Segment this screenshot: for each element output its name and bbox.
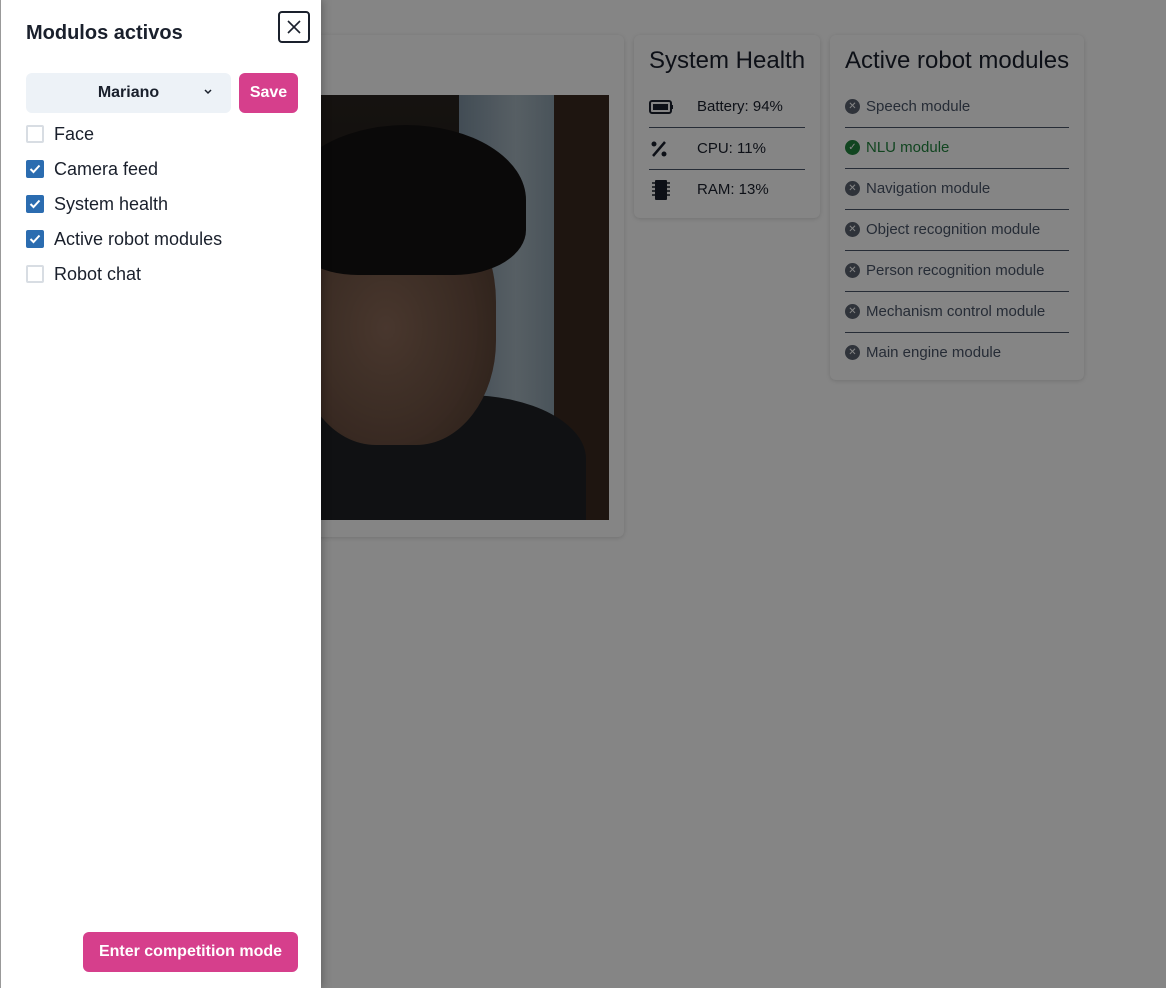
system-health-checkbox[interactable]: [26, 195, 44, 213]
modules-drawer: Modulos activos Mariano Save Face Camera…: [0, 0, 321, 988]
option-system-health[interactable]: System health: [26, 193, 168, 215]
camera-feed-checkbox[interactable]: [26, 160, 44, 178]
close-icon: [287, 20, 301, 34]
option-active-robot-modules[interactable]: Active robot modules: [26, 228, 222, 250]
save-button[interactable]: Save: [239, 73, 298, 113]
option-robot-chat[interactable]: Robot chat: [26, 263, 141, 285]
drawer-title: Modulos activos: [26, 22, 183, 44]
option-camera-feed[interactable]: Camera feed: [26, 158, 158, 180]
option-label: Camera feed: [54, 158, 159, 179]
check-icon: [29, 234, 41, 244]
option-face[interactable]: Face: [26, 123, 94, 145]
user-select-value: Mariano: [97, 84, 160, 101]
robot-chat-checkbox[interactable]: [26, 265, 44, 283]
option-label: Active robot modules: [54, 228, 223, 249]
option-label: System health: [54, 193, 169, 214]
check-icon: [29, 164, 41, 174]
option-label: Robot chat: [54, 263, 142, 284]
user-select[interactable]: Mariano: [26, 73, 231, 113]
chevron-down-icon: [204, 89, 212, 95]
active-robot-modules-checkbox[interactable]: [26, 230, 44, 248]
close-button[interactable]: [278, 11, 310, 43]
option-label: Face: [54, 123, 95, 144]
check-icon: [29, 199, 41, 209]
face-checkbox[interactable]: [26, 125, 44, 143]
competition-mode-button[interactable]: Enter competition mode: [83, 932, 298, 972]
